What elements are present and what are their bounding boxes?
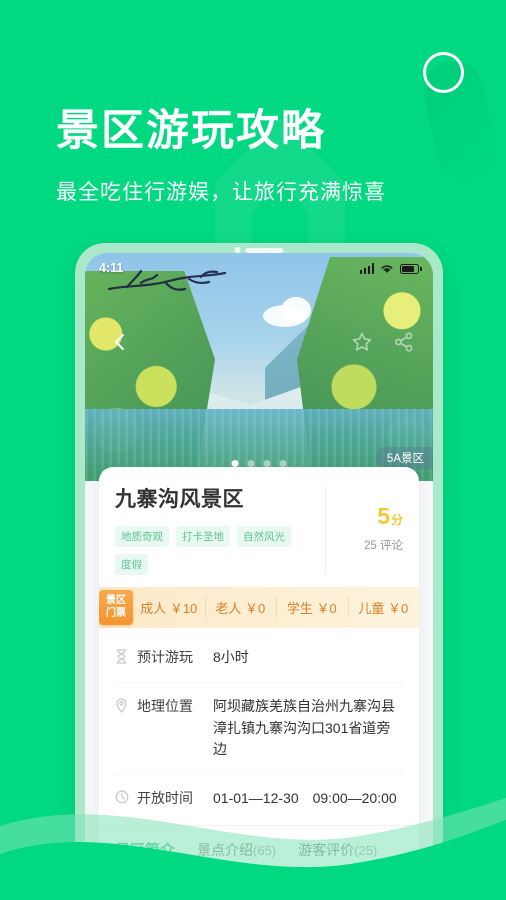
poi-header: 九寨沟风景区 地质奇观 打卡圣地 自然风光 度假 5分 25 评论: [99, 467, 419, 587]
ticket-price-adult[interactable]: 成人 ￥10: [133, 587, 205, 628]
hourglass-icon: [115, 647, 137, 669]
ticket-badge: 景区 门票: [99, 590, 133, 625]
ticket-price-row: 景区 门票 成人 ￥10 老人 ￥0 学生 ￥0 儿童 ￥0: [99, 587, 419, 628]
poi-tag: 地质奇观: [115, 526, 169, 547]
battery-icon: [400, 263, 422, 274]
status-indicators: [359, 262, 422, 274]
share-icon[interactable]: [393, 331, 415, 353]
chevron-left-icon: [115, 334, 124, 350]
speaker-bar-icon: [245, 247, 284, 253]
promo-subtitle: 最全吃住行游娱，让旅行充满惊喜: [56, 181, 386, 204]
phone-screen: 4:11 5A景区 九寨沟风景区 地质奇观 打卡圣地 自然风光 度假 5分 25…: [85, 253, 433, 900]
wifi-icon: [381, 264, 393, 273]
tab-label: 游客评价: [298, 841, 355, 858]
detail-label: 地理位置: [137, 698, 193, 714]
phone-mockup: 4:11 5A景区 九寨沟风景区 地质奇观 打卡圣地 自然风光 度假 5分 25…: [75, 243, 443, 900]
tab-overview[interactable]: 景区简介: [115, 839, 175, 869]
rating-score: 5分: [377, 505, 403, 528]
status-bar: 4:11: [85, 253, 433, 283]
ticket-price-items: 成人 ￥10 老人 ￥0 学生 ￥0 儿童 ￥0: [133, 587, 419, 628]
location-pin-icon: [115, 696, 137, 718]
back-button[interactable]: [109, 331, 131, 353]
ticket-badge-line1: 景区: [106, 595, 126, 606]
detail-value: 8小时: [213, 649, 249, 665]
detail-label: 开放时间: [137, 790, 193, 807]
detail-row-location: 地理位置 阿坝藏族羌族自治州九寨沟县漳扎镇九寨沟沟口301省道旁边: [115, 682, 403, 774]
poi-rating-block[interactable]: 5分 25 评论: [325, 483, 403, 575]
tab-count: (25): [354, 842, 378, 858]
tab-reviews[interactable]: 游客评价(25): [298, 840, 377, 869]
poi-tag-list: 地质奇观 打卡圣地 自然风光 度假: [115, 526, 325, 575]
carousel-dots[interactable]: [231, 460, 287, 467]
detail-row-duration: 预计游玩 8小时: [115, 634, 403, 682]
signal-bars-icon: [359, 262, 374, 274]
ticket-price-senior[interactable]: 老人 ￥0: [204, 587, 277, 628]
circle-outline-icon: [423, 52, 464, 93]
ticket-price-child[interactable]: 儿童 ￥0: [347, 587, 420, 628]
promo-title: 景区游玩攻略: [56, 107, 326, 155]
ticket-badge-line2: 门票: [106, 607, 126, 619]
detail-value: 阿坝藏族羌族自治州九寨沟县漳扎镇九寨沟沟口301省道旁边: [213, 698, 395, 758]
hero-image-carousel[interactable]: 4:11 5A景区: [85, 253, 433, 481]
carousel-dot[interactable]: [247, 460, 255, 467]
scenic-level-badge: 5A景区: [375, 447, 433, 469]
poi-detail-list: 预计游玩 8小时 地理位置 阿坝藏族羌族自治州九寨沟县漳扎镇九寨沟沟口301省道…: [99, 628, 419, 825]
ticket-price-student[interactable]: 学生 ￥0: [276, 587, 348, 628]
tab-label: 景点介绍: [197, 841, 254, 858]
rating-value: 5: [377, 503, 390, 529]
carousel-dot[interactable]: [231, 460, 239, 467]
detail-row-hours: 开放时间 01-01—12-30 09:00—20:00: [115, 774, 403, 823]
detail-label: 预计游玩: [137, 649, 193, 665]
clock-icon: [115, 788, 137, 809]
carousel-dot[interactable]: [263, 460, 271, 467]
poi-tag: 自然风光: [237, 526, 291, 547]
hero-action-group: [351, 331, 415, 353]
star-icon[interactable]: [351, 331, 373, 353]
tab-label: 景区简介: [115, 841, 176, 859]
rating-unit: 分: [390, 513, 403, 527]
poi-info-card: 九寨沟风景区 地质奇观 打卡圣地 自然风光 度假 5分 25 评论 景区 门票 …: [99, 467, 419, 900]
poi-header-left: 九寨沟风景区 地质奇观 打卡圣地 自然风光 度假: [115, 483, 325, 575]
poi-tag: 打卡圣地: [176, 526, 230, 547]
carousel-dot[interactable]: [279, 460, 287, 467]
poi-tag: 度假: [115, 554, 148, 575]
poi-tab-bar: 景区简介 景点介绍(65) 游客评价(25): [99, 824, 419, 869]
review-count: 25 评论: [364, 540, 403, 552]
tab-attractions[interactable]: 景点介绍(65): [197, 840, 276, 869]
tab-count: (65): [253, 842, 277, 858]
page-title: 九寨沟风景区: [115, 488, 244, 511]
detail-value: 01-01—12-30 09:00—20:00: [213, 790, 397, 807]
poi-description: 九寨沟位于四川阿坝藏族羌族自治州九寨沟县内，是一条纵深50余千米的山沟谷地，因沟…: [142, 884, 403, 900]
cloud-icon: [281, 297, 311, 323]
status-time: 4:11: [99, 261, 124, 275]
